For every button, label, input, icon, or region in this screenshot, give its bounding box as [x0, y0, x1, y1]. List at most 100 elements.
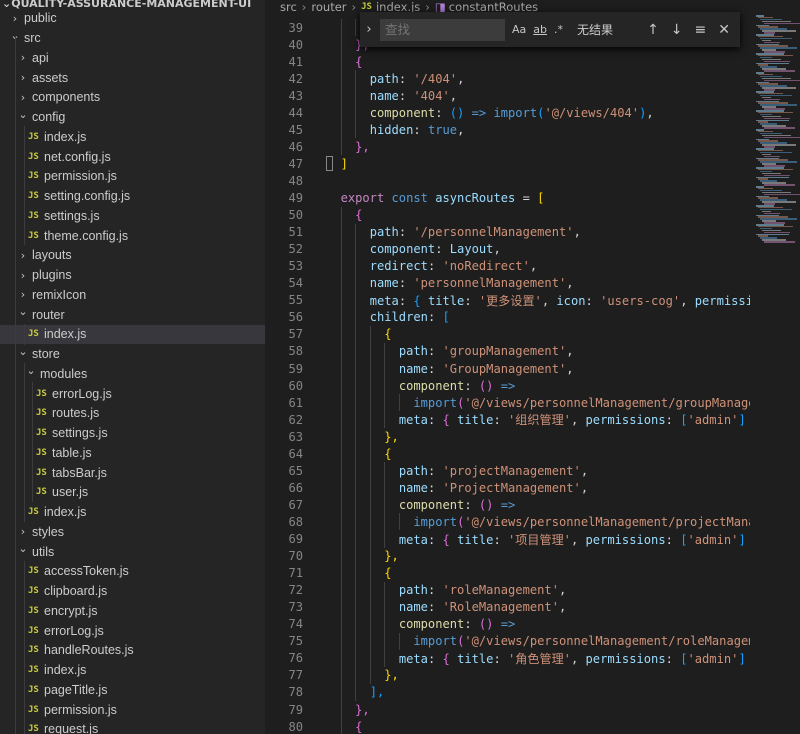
tree-folder-components[interactable]: › components [0, 88, 265, 108]
indent-guide [340, 19, 342, 156]
tree-file[interactable]: JS routes.js [0, 404, 265, 424]
code-text: export const asyncRoutes = [ [340, 191, 545, 205]
tree-file[interactable]: JS user.js [0, 483, 265, 503]
regex-toggle[interactable]: .* [554, 23, 563, 36]
tree-file[interactable]: JS permission.js [0, 700, 265, 720]
code-line[interactable]: 63 }, [265, 428, 800, 445]
js-file-icon: JS [28, 210, 39, 221]
code-line[interactable]: 46 }, [265, 138, 800, 155]
code-line[interactable]: 47 ] [265, 155, 800, 172]
tree-file[interactable]: JS settings.js [0, 206, 265, 226]
code-line[interactable]: 61 import('@/views/personnelManagement/g… [265, 394, 800, 411]
code-line[interactable]: 78 ], [265, 684, 800, 701]
code-line[interactable]: 68 import('@/views/personnelManagement/p… [265, 513, 800, 530]
code-text: meta: { title: '项目管理', permissions: ['ad… [398, 532, 768, 547]
code-line[interactable]: 51 path: '/personnelManagement', [265, 224, 800, 241]
arrow-down-icon[interactable]: ↓ [671, 22, 683, 38]
tree-file[interactable]: JS pageTitle.js [0, 680, 265, 700]
tree-folder-utils[interactable]: ⌄ utils [0, 542, 265, 562]
code-line[interactable]: 59 name: 'GroupManagement', [265, 360, 800, 377]
tree-file[interactable]: JS handleRoutes.js [0, 641, 265, 661]
code-line[interactable]: 50 { [265, 207, 800, 224]
code-line[interactable]: 64 { [265, 445, 800, 462]
code-line[interactable]: 73 name: 'RoleManagement', [265, 599, 800, 616]
tree-folder-router[interactable]: ⌄ router [0, 305, 265, 325]
tree-folder-api[interactable]: › api [0, 48, 265, 68]
tree-file[interactable]: JS theme.config.js [0, 226, 265, 246]
tree-file[interactable]: JS clipboard.js [0, 581, 265, 601]
minimap[interactable] [750, 0, 800, 734]
tree-folder-styles[interactable]: › styles [0, 522, 265, 542]
tree-file[interactable]: JS setting.config.js [0, 186, 265, 206]
code-line[interactable]: 43 name: '404', [265, 87, 800, 104]
code-line[interactable]: 72 path: 'roleManagement', [265, 582, 800, 599]
code-line[interactable]: 79 }, [265, 701, 800, 718]
tree-file[interactable]: JS errorLog.js [0, 621, 265, 641]
tree-folder-assets[interactable]: › assets [0, 68, 265, 88]
tree-file[interactable]: JS accessToken.js [0, 562, 265, 582]
code-line[interactable]: 60 component: () => [265, 377, 800, 394]
tree-file[interactable]: JS request.js [0, 720, 265, 734]
code-text: hidden: true, [369, 122, 465, 137]
tree-folder-store[interactable]: ⌄ store [0, 344, 265, 364]
code-line[interactable]: 56 children: [ [265, 309, 800, 326]
code-line[interactable]: 69 meta: { title: '项目管理', permissions: [… [265, 531, 800, 548]
breadcrumb-item-router[interactable]: router [311, 0, 346, 14]
code-line[interactable]: 55 meta: { title: '更多设置', icon: 'users-c… [265, 292, 800, 309]
breadcrumb-item-src[interactable]: src [280, 0, 297, 14]
tree-folder-modules[interactable]: ⌄ modules [0, 364, 265, 384]
indent-guide [398, 513, 400, 531]
match-case-toggle[interactable]: Aa [512, 23, 526, 36]
tree-folder-public[interactable]: › public [0, 9, 265, 29]
tree-folder-src[interactable]: ⌄src [0, 28, 265, 48]
code-line[interactable]: 41 { [265, 53, 800, 70]
tree-file[interactable]: JS permission.js [0, 167, 265, 187]
code-text: children: [ [369, 310, 450, 325]
tree-file[interactable]: JS index.js [0, 502, 265, 522]
tree-folder-remixicon[interactable]: › remixIcon [0, 285, 265, 305]
code-line[interactable]: 70 }, [265, 548, 800, 565]
code-line[interactable]: 75 import('@/views/personnelManagement/r… [265, 633, 800, 650]
code-editor[interactable]: src › router › JS index.js › ◨ constantR… [265, 0, 800, 734]
selection-icon[interactable]: ≡ [695, 22, 707, 38]
code-line[interactable]: 53 redirect: 'noRedirect', [265, 258, 800, 275]
code-line[interactable]: 65 path: 'projectManagement', [265, 462, 800, 479]
tree-folder-layouts[interactable]: › layouts [0, 246, 265, 266]
code-line[interactable]: 74 component: () => [265, 616, 800, 633]
find-nav: ↑ ↓ ≡ ✕ [647, 22, 740, 38]
code-line[interactable]: 71 { [265, 565, 800, 582]
tree-file[interactable]: JS encrypt.js [0, 601, 265, 621]
code-line[interactable]: 66 name: 'ProjectManagement', [265, 479, 800, 496]
tree-file[interactable]: JS settings.js [0, 423, 265, 443]
code-line[interactable]: 80 { [265, 718, 800, 734]
code-line[interactable]: 48 [265, 172, 800, 189]
tree-file[interactable]: JS index.js [0, 127, 265, 147]
match-word-toggle[interactable]: ab [533, 23, 547, 36]
code-line[interactable]: 52 component: Layout, [265, 241, 800, 258]
chevron-right-icon[interactable]: › [360, 22, 378, 37]
arrow-up-icon[interactable]: ↑ [647, 22, 659, 38]
code-line[interactable]: 77 }, [265, 667, 800, 684]
tree-file[interactable]: JS errorLog.js [0, 384, 265, 404]
find-input[interactable] [380, 18, 505, 41]
code-line[interactable]: 62 meta: { title: '组织管理', permissions: [… [265, 411, 800, 428]
code-line[interactable]: 67 component: () => [265, 496, 800, 513]
tree-item-label: permission.js [44, 702, 117, 717]
code-line[interactable]: 76 meta: { title: '角色管理', permissions: [… [265, 650, 800, 667]
tree-file[interactable]: JS index.js [0, 324, 265, 345]
tree-file[interactable]: JS table.js [0, 443, 265, 463]
tree-folder-config[interactable]: ⌄ config [0, 107, 265, 127]
code-line[interactable]: 58 path: 'groupManagement', [265, 343, 800, 360]
code-line[interactable]: 42 path: '/404', [265, 70, 800, 87]
code-line[interactable]: 49 export const asyncRoutes = [ [265, 190, 800, 207]
code-line[interactable]: 57 { [265, 326, 800, 343]
close-icon[interactable]: ✕ [718, 22, 730, 38]
code-line[interactable]: 45 hidden: true, [265, 121, 800, 138]
code-line[interactable]: 44 component: () => import('@/views/404'… [265, 104, 800, 121]
indent-guide [15, 36, 16, 734]
tree-file[interactable]: JS index.js [0, 660, 265, 680]
tree-folder-plugins[interactable]: › plugins [0, 265, 265, 285]
tree-file[interactable]: JS tabsBar.js [0, 463, 265, 483]
tree-file[interactable]: JS net.config.js [0, 147, 265, 167]
code-line[interactable]: 54 name: 'personnelManagement', [265, 275, 800, 292]
